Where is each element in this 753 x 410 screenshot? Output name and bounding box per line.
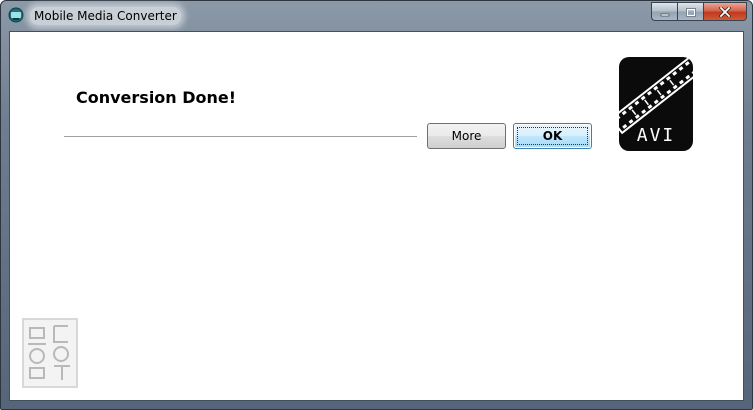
window-title: Mobile Media Converter <box>30 7 181 25</box>
close-icon <box>718 2 732 21</box>
caption-buttons <box>651 2 747 21</box>
watermark-logo <box>22 318 78 388</box>
maximize-button[interactable] <box>677 2 703 21</box>
divider <box>64 136 417 137</box>
title-bar[interactable]: Mobile Media Converter <box>1 1 752 31</box>
minimize-icon <box>660 2 670 21</box>
ok-button[interactable]: OK <box>513 123 592 149</box>
status-heading: Conversion Done! <box>76 88 237 107</box>
close-button[interactable] <box>703 2 747 21</box>
minimize-button[interactable] <box>651 2 677 21</box>
app-window: Mobile Media Converter Conversion Done! … <box>0 0 753 410</box>
dialog-content: Conversion Done! More OK AVI <box>9 31 744 401</box>
maximize-icon <box>685 2 696 21</box>
format-label: AVI <box>636 125 676 146</box>
more-button[interactable]: More <box>427 123 506 149</box>
format-badge: AVI <box>619 57 693 151</box>
app-icon <box>8 7 24 23</box>
